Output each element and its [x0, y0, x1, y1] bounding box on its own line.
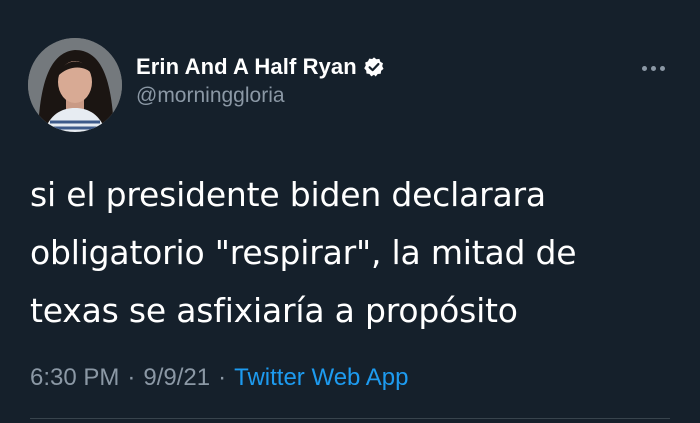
divider — [30, 418, 670, 419]
avatar-image — [28, 38, 122, 132]
tweet-card: Erin And A Half Ryan @morninggloria si e… — [0, 0, 700, 423]
meta-separator: · — [218, 364, 227, 391]
avatar[interactable] — [28, 38, 122, 132]
verified-badge-icon — [363, 56, 385, 78]
meta-separator: · — [127, 364, 136, 391]
more-options-icon[interactable] — [638, 56, 668, 80]
name-row: Erin And A Half Ryan — [136, 52, 385, 82]
author-handle[interactable]: @morninggloria — [136, 84, 385, 108]
tweet-date[interactable]: 9/9/21 — [143, 364, 210, 392]
tweet-source-link[interactable]: Twitter Web App — [234, 364, 408, 392]
author-display-name[interactable]: Erin And A Half Ryan — [136, 54, 357, 80]
author-info: Erin And A Half Ryan @morninggloria — [136, 52, 385, 108]
tweet-time[interactable]: 6:30 PM — [30, 364, 119, 392]
tweet-text: si el presidente biden declarara obligat… — [30, 175, 577, 330]
tweet-meta: 6:30 PM · 9/9/21 · Twitter Web App — [30, 364, 408, 392]
